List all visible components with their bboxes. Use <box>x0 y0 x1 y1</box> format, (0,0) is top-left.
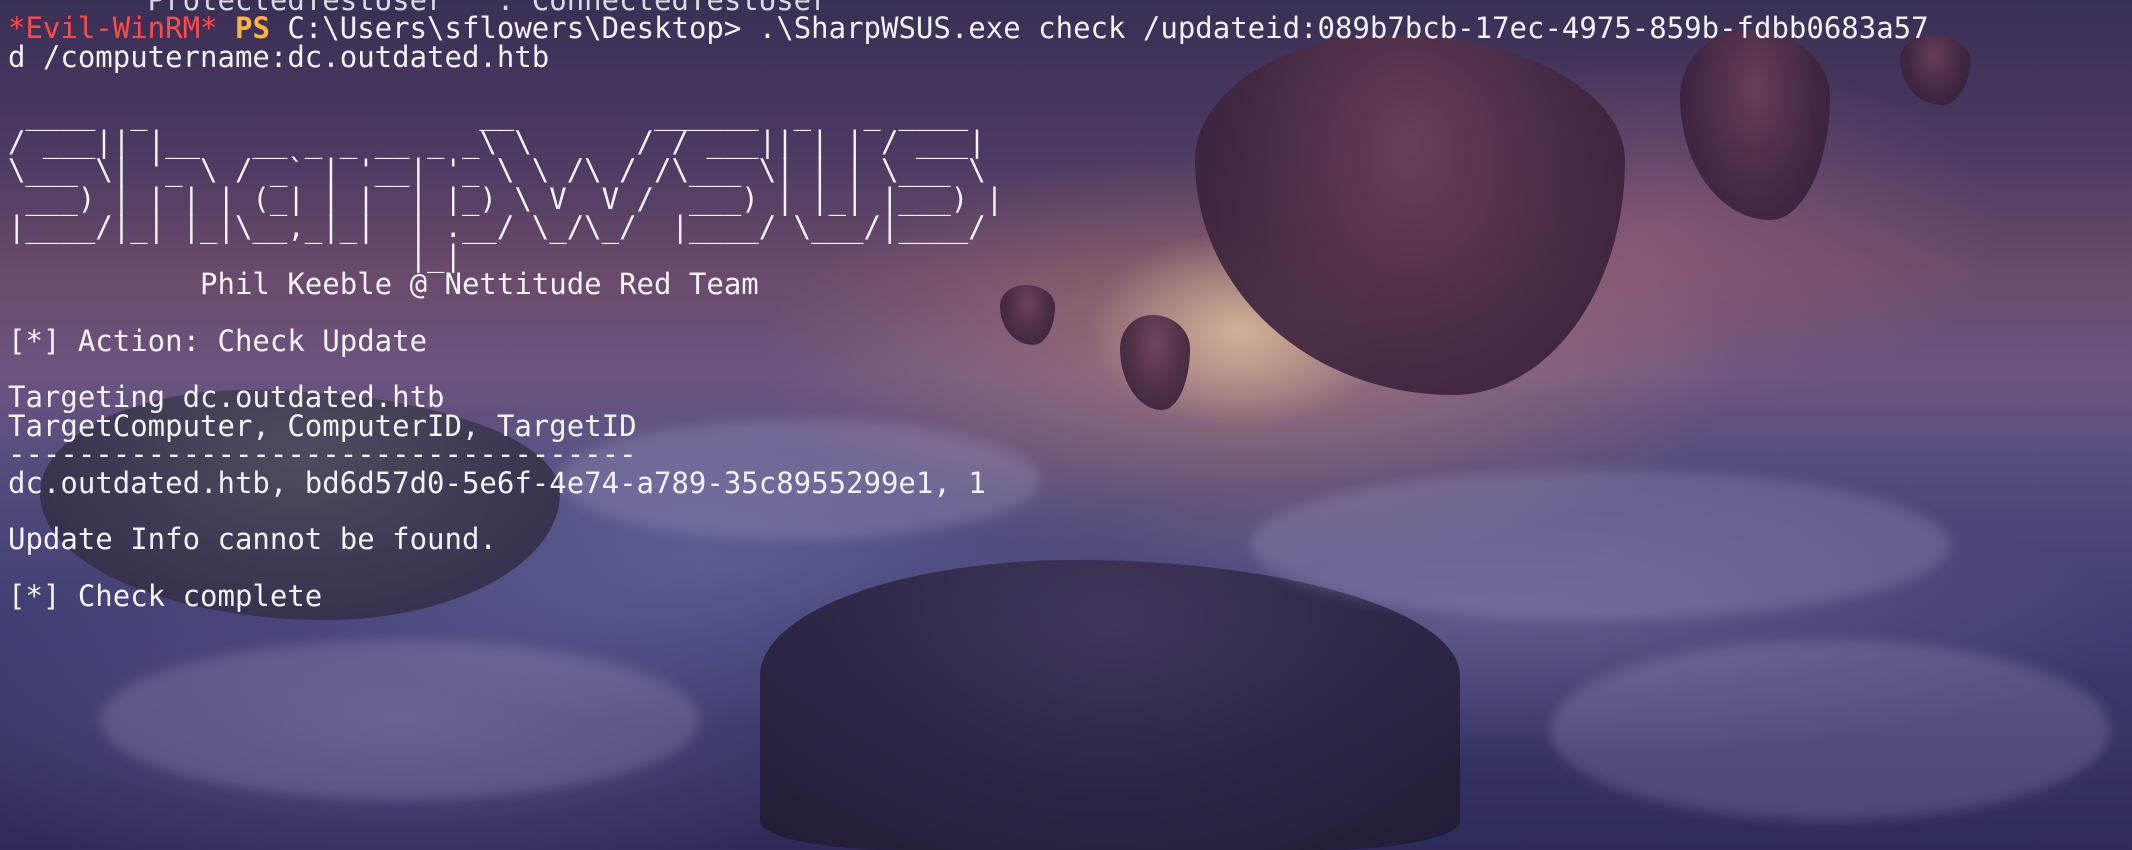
cloud-4 <box>1550 640 2110 820</box>
columns-header-line: TargetComputer, ComputerID, TargetID <box>8 408 637 443</box>
terminal-output[interactable]: ProtectedTestUser : ConnectedTestUser *Ev… <box>8 0 1929 611</box>
author-line: Phil Keeble @ Nettitude Red Team <box>8 266 759 301</box>
banner-line-6: |_| <box>8 238 462 273</box>
banner-line-1: ____ _ __ ______ _ _ ____ <box>8 96 969 131</box>
command-prompt-line: *Evil-WinRM* PS C:\Users\sflowers\Deskto… <box>8 11 1929 46</box>
action-line: [*] Action: Check Update <box>8 323 428 358</box>
targeting-line: Targeting dc.outdated.htb <box>8 380 445 415</box>
cloud-3 <box>100 640 700 800</box>
banner-line-3: \___ \| '_ \ / _` | '__| '_ \ \ /\ / /\_… <box>8 153 986 188</box>
banner-line-4: ___) | | | | (_| | | | |_) \ V V / ___) … <box>8 181 1004 216</box>
banner-line-2: / ___|| |__ __ _ _ __ _ _\ \ / / ___|| |… <box>8 124 986 159</box>
result-row-line: dc.outdated.htb, bd6d57d0-5e6f-4e74-a789… <box>8 465 986 500</box>
command-text: .\SharpWSUS.exe check /updateid:089b7bcb… <box>758 11 1929 46</box>
info-line: Update Info cannot be found. <box>8 522 497 557</box>
command-wrap-line: d /computername:dc.outdated.htb <box>8 39 550 74</box>
banner-line-5: |____/|_| |_|\__,_|_| | .__/ \_/\_/ |___… <box>8 210 986 245</box>
complete-line: [*] Check complete <box>8 579 323 614</box>
terminal-window[interactable]: ProtectedTestUser : ConnectedTestUser *Ev… <box>0 0 2132 850</box>
separator-line: ------------------------------------ <box>8 437 637 472</box>
